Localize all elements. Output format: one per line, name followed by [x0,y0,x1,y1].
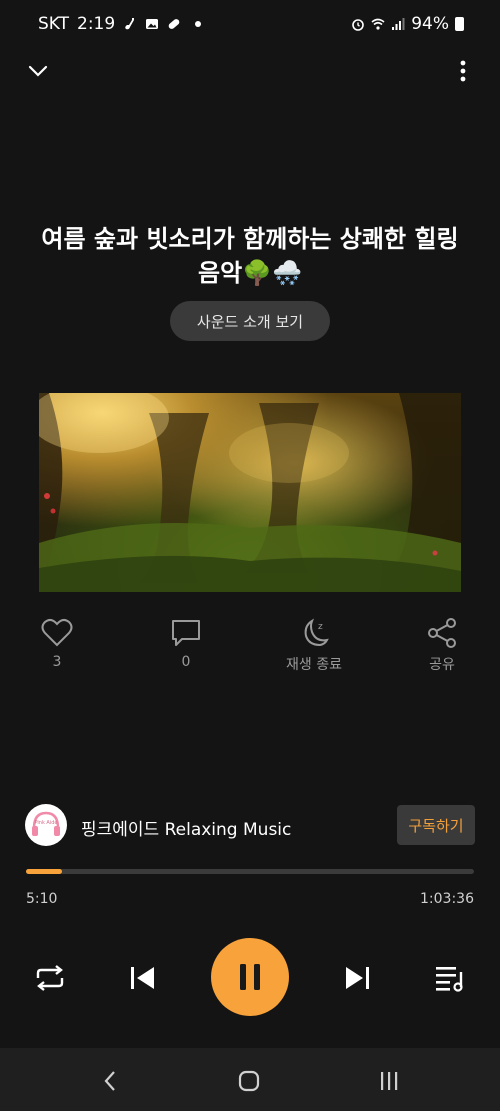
status-bar: SKT 2:19 94% [0,0,500,50]
svg-text:z: z [318,622,323,632]
recents-icon [381,1072,398,1090]
home-icon [238,1070,260,1092]
skip-next-icon [346,967,369,989]
previous-button[interactable] [124,960,160,996]
playback-controls [0,938,500,1018]
next-button[interactable] [340,960,376,996]
pause-button[interactable] [211,938,289,1016]
chevron-down-icon [28,65,48,77]
comment-button[interactable]: 0 [136,618,236,670]
album-artwork [39,393,461,592]
sax-icon [125,18,135,30]
moon-icon: z [304,618,329,647]
subscribe-button[interactable]: 구독하기 [397,805,475,845]
seek-bar[interactable] [26,869,474,874]
like-count: 3 [52,654,62,670]
share-button[interactable]: 공유 [392,618,492,674]
playlist-button[interactable] [430,960,470,996]
playlist-icon [436,967,463,992]
channel-row: Pink Aide 핑크에이드 Relaxing Music 구독하기 [25,804,475,846]
back-icon [104,1071,115,1091]
channel-avatar[interactable]: Pink Aide [25,804,67,846]
system-nav-bar [0,1048,500,1111]
total-duration: 1:03:36 [420,891,474,907]
battery-icon [455,17,464,31]
heart-icon [41,618,73,647]
pause-icon [240,964,260,990]
alarm-icon [352,19,365,31]
comment-count: 0 [181,654,191,670]
channel-name[interactable]: 핑크에이드 Relaxing Music [81,815,291,840]
wifi-icon [371,18,385,30]
elapsed-time: 5:10 [26,891,58,907]
comment-icon [172,620,200,646]
home-button[interactable] [234,1066,264,1096]
pill-icon [168,19,180,29]
more-vertical-icon [460,60,466,82]
collapse-button[interactable] [23,56,53,86]
track-title: 여름 숲과 빗소리가 함께하는 상쾌한 힐링 음악🌳🌨️ [41,225,459,287]
sleep-timer-label: 재생 종료 [286,657,342,673]
like-button[interactable]: 3 [7,618,107,670]
repeat-icon [36,965,64,991]
battery-percent: 94% [411,14,449,34]
repeat-button[interactable] [30,962,70,994]
sleep-timer-button[interactable]: z 재생 종료 [264,618,364,674]
avatar-logo-text: Pink Aide [34,820,57,826]
recents-button[interactable] [374,1066,404,1096]
skip-previous-icon [131,967,154,989]
headphones-logo-icon: Pink Aide [32,811,60,836]
carrier-label: SKT [38,14,70,34]
seek-bar-fill [26,869,63,874]
notification-dot [195,21,202,27]
back-button[interactable] [95,1066,125,1096]
share-label: 공유 [429,657,455,673]
sound-intro-button[interactable]: 사운드 소개 보기 [170,301,330,341]
action-row: 3 0 z 재생 종료 공유 [0,618,500,688]
share-icon [428,618,456,648]
more-options-button[interactable] [448,56,478,86]
clock: 2:19 [77,14,116,34]
signal-icon [392,18,405,30]
gallery-icon [146,19,159,29]
forest-illustration [39,393,461,592]
